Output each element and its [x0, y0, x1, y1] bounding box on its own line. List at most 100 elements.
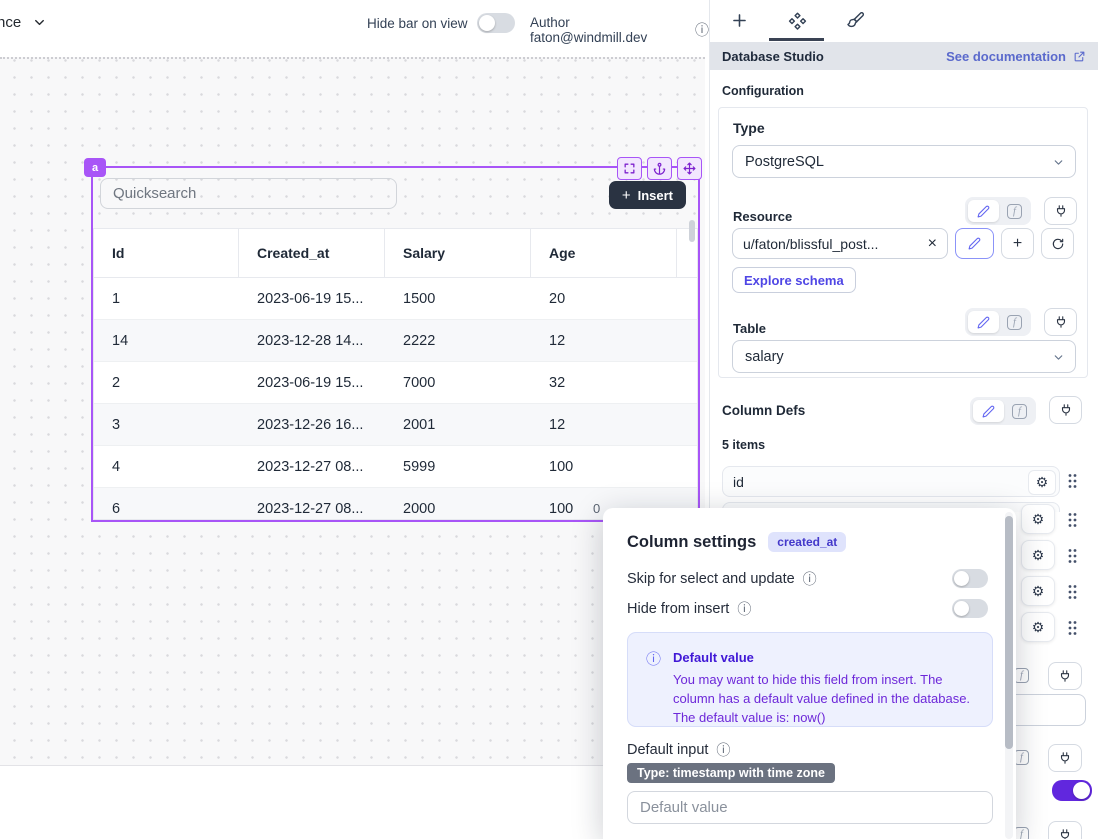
modal-scrollbar-thumb[interactable]: [1005, 516, 1013, 749]
info-icon[interactable]: ⓘ: [737, 602, 751, 616]
drag-handle[interactable]: [1068, 584, 1077, 600]
clear-icon[interactable]: ×: [928, 236, 937, 252]
chevron-down-icon: [1052, 351, 1065, 364]
info-icon[interactable]: ⓘ: [695, 23, 709, 37]
coldefs-connect-button[interactable]: [1049, 396, 1082, 424]
tab-styling[interactable]: [838, 6, 872, 34]
plug-icon: [1059, 403, 1073, 417]
add-resource-button[interactable]: +: [1001, 228, 1034, 259]
hide-from-insert-toggle[interactable]: [952, 599, 988, 618]
function-icon[interactable]: f: [1014, 750, 1029, 765]
table-select-value: salary: [745, 349, 784, 365]
expand-icon: [623, 162, 636, 175]
connect-button[interactable]: [1048, 744, 1082, 772]
drag-handle[interactable]: [1068, 473, 1077, 489]
info-icon[interactable]: ⓘ: [803, 572, 817, 586]
static-mode-button[interactable]: [968, 200, 999, 222]
gear-icon: ⚙: [1036, 475, 1049, 489]
canvas[interactable]: a + Insert IdCreated_atSalaryAge 12023-0…: [0, 57, 705, 766]
column-header[interactable]: Id: [94, 229, 239, 277]
table-cell: 100: [531, 459, 677, 475]
column-settings-button[interactable]: ⚙: [1021, 540, 1055, 570]
gear-icon: ⚙: [1032, 584, 1045, 598]
default-input-row: Default input ⓘ: [627, 742, 730, 758]
table-mode-segmented: f: [965, 308, 1031, 336]
static-mode-button[interactable]: [973, 400, 1004, 422]
doc-link-label: See documentation: [946, 49, 1066, 64]
column-header[interactable]: Age: [531, 229, 677, 277]
app-name-dropdown[interactable]: nce: [0, 14, 47, 31]
static-mode-button[interactable]: [968, 311, 999, 333]
modal-title: Column settings: [627, 533, 756, 552]
drag-handle[interactable]: [1068, 620, 1077, 636]
refresh-resource-button[interactable]: [1041, 228, 1074, 259]
table-header-row: IdCreated_atSalaryAge: [94, 229, 697, 278]
table-connect-button[interactable]: [1044, 308, 1077, 336]
column-settings-button[interactable]: ⚙: [1028, 470, 1056, 495]
pencil-icon: [977, 205, 990, 218]
column-name-badge: created_at: [768, 532, 846, 552]
panel-input-partial[interactable]: [1005, 694, 1086, 726]
connect-button[interactable]: [1048, 662, 1082, 690]
refresh-icon: [1051, 237, 1065, 251]
resource-value: u/faton/blissful_post...: [743, 236, 878, 252]
resource-connect-button[interactable]: [1044, 197, 1077, 225]
component-toolbar: [617, 157, 702, 180]
hide-bar-toggle[interactable]: [477, 13, 515, 33]
author-group: Author faton@windmill.dev ⓘ: [530, 15, 709, 45]
column-header[interactable]: Salary: [385, 229, 531, 277]
function-icon: f: [1007, 204, 1022, 219]
table-scrollbar[interactable]: [689, 220, 695, 242]
tab-insert-component[interactable]: [722, 6, 756, 34]
table-row[interactable]: 12023-06-19 15...150020: [94, 278, 697, 320]
quicksearch-input[interactable]: [100, 178, 397, 209]
panel-toggle-on[interactable]: [1052, 780, 1092, 801]
skip-select-update-label: Skip for select and update: [627, 571, 795, 587]
tab-component-settings[interactable]: [780, 6, 814, 34]
table-cell: 2023-06-19 15...: [239, 375, 385, 391]
column-header[interactable]: Created_at: [239, 229, 385, 277]
table-cell: 20: [531, 291, 677, 307]
move-button[interactable]: [677, 157, 702, 180]
pencil-icon: [982, 405, 995, 418]
info-icon[interactable]: ⓘ: [716, 743, 730, 757]
hide-from-insert-label: Hide from insert: [627, 601, 729, 617]
edit-resource-button[interactable]: [955, 228, 994, 259]
function-icon[interactable]: f: [1014, 668, 1029, 683]
column-settings-button[interactable]: ⚙: [1021, 504, 1055, 534]
table-select[interactable]: salary: [732, 340, 1076, 373]
column-settings-button[interactable]: ⚙: [1021, 612, 1055, 642]
column-defs-count: 5 items: [722, 438, 765, 452]
db-studio-component[interactable]: a + Insert IdCreated_atSalaryAge 12023-0…: [91, 166, 700, 522]
anchor-button[interactable]: [647, 157, 672, 180]
insert-button[interactable]: + Insert: [609, 181, 686, 209]
explore-schema-button[interactable]: Explore schema: [732, 267, 856, 293]
drag-handle[interactable]: [1068, 512, 1077, 528]
connect-button[interactable]: [1048, 821, 1082, 839]
modal-title-row: Column settings created_at: [627, 532, 846, 552]
table-row[interactable]: 142023-12-28 14...222212: [94, 320, 697, 362]
eval-mode-button[interactable]: f: [1001, 200, 1028, 222]
table-row[interactable]: 32023-12-26 16...200112: [94, 404, 697, 446]
table-cell: 1: [94, 291, 239, 307]
table-cell: 2023-12-27 08...: [239, 501, 385, 517]
column-settings-button[interactable]: ⚙: [1021, 576, 1055, 606]
column-def-item[interactable]: id ⚙: [722, 466, 1060, 497]
expand-button[interactable]: [617, 157, 642, 180]
table-row[interactable]: 42023-12-27 08...5999100: [94, 446, 697, 488]
table-row[interactable]: 22023-06-19 15...700032: [94, 362, 697, 404]
see-documentation-link[interactable]: See documentation: [946, 49, 1086, 64]
drag-handle[interactable]: [1068, 548, 1077, 564]
hide-from-insert-row: Hide from insert ⓘ: [627, 599, 988, 618]
table-cell: 4: [94, 459, 239, 475]
default-value-input[interactable]: [627, 791, 993, 824]
skip-select-update-toggle[interactable]: [952, 569, 988, 588]
eval-mode-button[interactable]: f: [1001, 311, 1028, 333]
eval-mode-button[interactable]: f: [1006, 400, 1033, 422]
component-icon: [788, 11, 807, 30]
skip-select-update-row: Skip for select and update ⓘ: [627, 569, 988, 588]
resource-input[interactable]: u/faton/blissful_post... ×: [732, 228, 948, 259]
function-icon[interactable]: f: [1014, 827, 1029, 839]
type-select[interactable]: PostgreSQL: [732, 145, 1076, 178]
table-body: 12023-06-19 15...150020142023-12-28 14..…: [94, 278, 697, 520]
